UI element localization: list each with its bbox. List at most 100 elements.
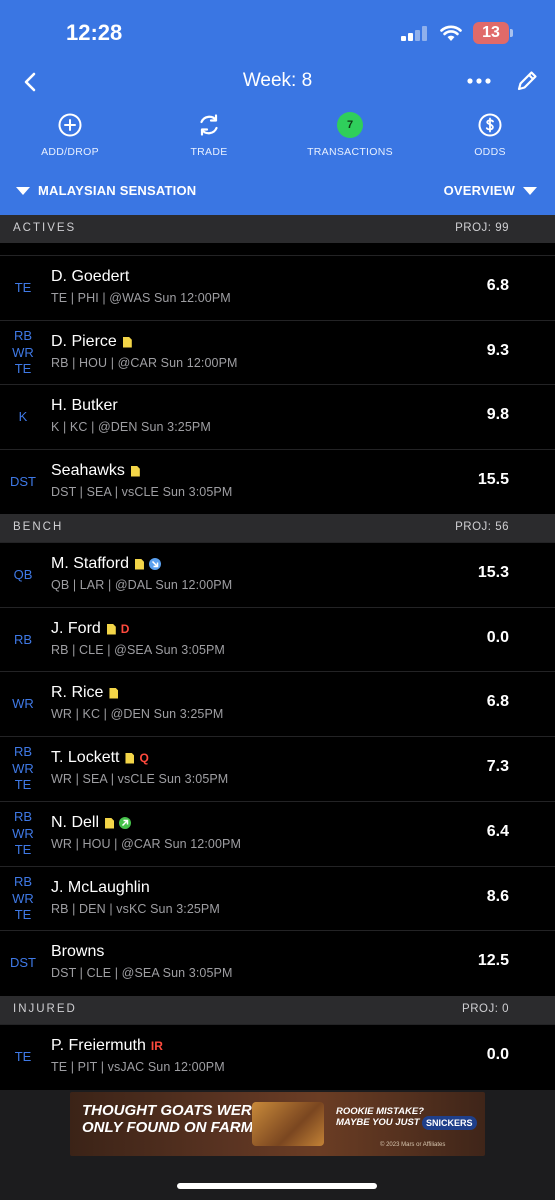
position-label: RB (13, 744, 33, 760)
position-slot[interactable]: QB (0, 543, 46, 607)
player-name-line: N. Dell (51, 814, 132, 832)
player-name[interactable]: T. Lockett (51, 749, 119, 767)
player-name-line: M. Stafford (51, 555, 161, 573)
section-title: ACTIVES (13, 222, 77, 234)
player-name[interactable]: M. Stafford (51, 555, 129, 573)
projected-points: 8.6 (486, 888, 509, 905)
news-note-icon[interactable] (109, 687, 119, 699)
player-name-line: D. Goedert (51, 268, 129, 286)
player-name[interactable]: Seahawks (51, 462, 125, 480)
player-name[interactable]: D. Goedert (51, 268, 129, 286)
position-label: QB (13, 566, 33, 582)
ad-brand-logo: SNICKERS (422, 1116, 477, 1130)
player-name[interactable]: H. Butker (51, 397, 118, 415)
position-label: RB (13, 874, 33, 890)
news-note-icon[interactable] (130, 465, 140, 477)
position-label: TE (14, 907, 32, 923)
position-label: DST (10, 473, 36, 489)
odds-button[interactable]: ODDS (435, 112, 545, 164)
section-title: INJURED (13, 1003, 77, 1015)
player-name-line: D. Pierce (51, 333, 132, 351)
transactions-count-badge: 7 (337, 112, 363, 138)
player-name[interactable]: R. Rice (51, 684, 103, 702)
player-row[interactable]: DST Browns DST | CLE | @SEA Sun 3:05PM 12.5 (0, 930, 555, 994)
position-label: WR (12, 344, 34, 360)
odds-label: ODDS (474, 146, 506, 158)
section-projection: PROJ: 0 (462, 1003, 509, 1015)
team-selector[interactable]: MALAYSIAN SENSATION (16, 183, 196, 198)
news-note-icon[interactable] (105, 817, 115, 829)
player-name[interactable]: J. McLaughlin (51, 879, 150, 897)
home-indicator[interactable] (177, 1183, 377, 1189)
position-slot[interactable]: TE (0, 1025, 46, 1089)
position-slot[interactable]: TE (0, 256, 46, 320)
player-row[interactable]: RB WR TE T. Lockett Q WR | SEA | vsCLE Sun 3:… (0, 736, 555, 800)
player-row[interactable]: QB M. Stafford QB | LAR | @DAL Sun 12:00PM… (0, 542, 555, 606)
app-header: 12:28 13 Week: 8 ADD/DROP TRADE 7 TRANSA… (0, 0, 555, 215)
projected-points: 15.3 (477, 564, 509, 581)
player-row[interactable]: RB WR TE D. Pierce RB | HOU | @CAR Sun 12:00… (0, 320, 555, 384)
caret-down-icon (523, 186, 537, 195)
position-slot[interactable]: RB WR TE (0, 321, 46, 385)
player-name[interactable]: D. Pierce (51, 333, 117, 351)
position-label: TE (14, 777, 32, 793)
refresh-icon (200, 114, 218, 136)
add-drop-button[interactable]: ADD/DROP (15, 112, 125, 164)
position-label: DST (10, 954, 36, 970)
position-slot[interactable]: RB WR TE (0, 737, 46, 801)
transactions-button[interactable]: 7 TRANSACTIONS (295, 112, 405, 164)
player-row[interactable]: WR R. Rice WR | KC | @DEN Sun 3:25PM 6.8 (0, 671, 555, 735)
player-row[interactable]: RB WR TE J. McLaughlin RB | DEN | vsKC Sun 3… (0, 866, 555, 930)
action-bar: ADD/DROP TRADE 7 TRANSACTIONS ODDS (0, 112, 555, 164)
player-row[interactable]: K H. Butker K | KC | @DEN Sun 3:25PM 9.8 (0, 384, 555, 448)
position-label: TE (14, 842, 32, 858)
player-row[interactable]: TE D. Goedert TE | PHI | @WAS Sun 12:00PM 6… (0, 255, 555, 319)
position-slot[interactable]: RB (0, 608, 46, 672)
position-slot[interactable]: DST (0, 931, 46, 995)
ad-fine-print: © 2023 Mars or Affiliates (380, 1142, 446, 1148)
projected-points: 9.3 (486, 342, 509, 359)
player-name-line: H. Butker (51, 397, 118, 415)
injury-status-tag: D (120, 622, 130, 636)
ad-banner[interactable]: THOUGHT GOATS WERE ONLY FOUND ON FARMS? R… (70, 1092, 485, 1156)
position-slot[interactable]: WR (0, 672, 46, 736)
week-title[interactable]: Week: 8 (243, 70, 312, 91)
cellular-signal-icon (401, 26, 427, 41)
player-name[interactable]: N. Dell (51, 814, 99, 832)
player-details: DST | CLE | @SEA Sun 3:05PM (51, 966, 233, 980)
player-name-line: R. Rice (51, 684, 119, 702)
more-options-icon[interactable] (466, 72, 492, 90)
news-note-icon[interactable] (125, 752, 135, 764)
player-details: WR | HOU | @CAR Sun 12:00PM (51, 837, 241, 851)
trade-button[interactable]: TRADE (154, 112, 264, 164)
position-label: WR (12, 760, 34, 776)
position-slot[interactable]: K (0, 385, 46, 449)
player-row[interactable]: RB WR TE N. Dell WR | HOU | @CAR Sun 12:00PM… (0, 801, 555, 865)
player-row[interactable]: TE P. Freiermuth IR TE | PIT | vsJAC Sun 12… (0, 1024, 555, 1088)
news-note-icon[interactable] (106, 623, 116, 635)
injury-status-tag: IR (150, 1039, 163, 1053)
view-selector[interactable]: OVERVIEW (444, 183, 537, 198)
back-chevron-icon[interactable] (18, 68, 42, 96)
news-note-icon[interactable] (122, 336, 132, 348)
player-details: K | KC | @DEN Sun 3:25PM (51, 420, 211, 434)
position-slot[interactable]: DST (0, 450, 46, 514)
player-name[interactable]: J. Ford (51, 620, 101, 638)
player-row[interactable]: RB J. Ford D RB | CLE | @SEA Sun 3:05PM 0.0 (0, 607, 555, 671)
player-name[interactable]: Browns (51, 943, 104, 961)
ad-headline: THOUGHT GOATS WERE ONLY FOUND ON FARMS? (82, 1102, 273, 1136)
edit-pencil-icon[interactable] (514, 68, 540, 94)
news-note-icon[interactable] (134, 558, 144, 570)
projected-points: 0.0 (486, 1046, 509, 1063)
player-name[interactable]: P. Freiermuth (51, 1037, 146, 1055)
position-slot[interactable]: RB WR TE (0, 867, 46, 931)
position-label: TE (14, 279, 32, 295)
projected-points: 12.5 (477, 952, 509, 969)
section-projection: PROJ: 99 (455, 222, 509, 234)
section-header: ACTIVES PROJ: 99 (0, 215, 555, 243)
projected-points: 6.8 (486, 277, 509, 294)
player-row[interactable]: DST Seahawks DST | SEA | vsCLE Sun 3:05PM 1… (0, 449, 555, 513)
trend-down-icon (148, 558, 161, 570)
player-name-line: J. Ford D (51, 620, 129, 638)
position-slot[interactable]: RB WR TE (0, 802, 46, 866)
